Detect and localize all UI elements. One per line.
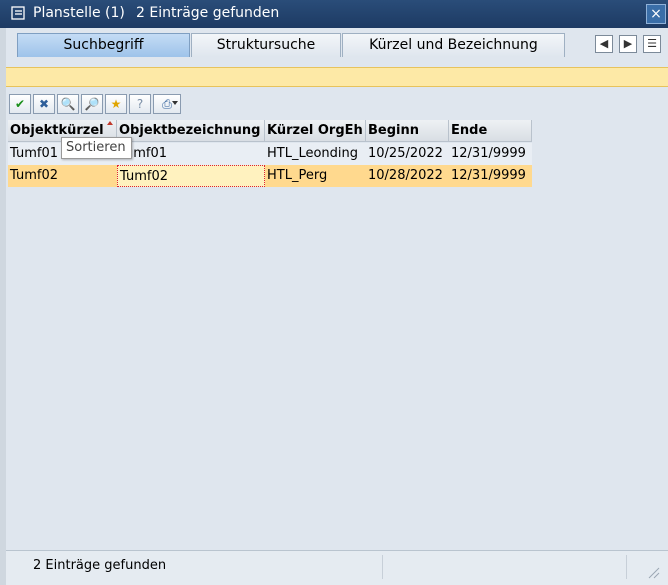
window-icon [11,6,25,20]
status-divider [626,555,627,579]
column-header-kuerzel-orgeh[interactable]: Kürzel OrgEh [265,120,366,142]
close-button[interactable]: × [646,4,666,24]
help-button[interactable]: ? [129,94,151,114]
cell-objektbezeichnung[interactable]: Tumf01 [117,143,265,165]
info-bar [6,67,668,87]
cancel-icon: ✖ [38,97,50,111]
cell-beginn[interactable]: 10/28/2022 [366,165,449,187]
cell-kuerzel-orgeh[interactable]: HTL_Leonding [265,143,366,165]
find-next-button[interactable]: 🔎 [81,94,103,114]
tab-prev-button[interactable]: ◀ [595,35,613,53]
cell-objektkuerzel[interactable]: Tumf02 [8,165,117,187]
column-header-label: Objektkürzel [10,123,104,138]
column-header-objektbezeichnung[interactable]: Objektbezeichnung [117,120,265,142]
cell-kuerzel-orgeh[interactable]: HTL_Perg [265,165,366,187]
tab-list-button[interactable]: ☰ [643,35,661,53]
confirm-icon: ✔ [14,97,26,111]
cell-beginn[interactable]: 10/25/2022 [366,143,449,165]
title-bar: Planstelle (1) 2 Einträge gefunden × [0,0,668,28]
window-title: Planstelle (1) [33,5,125,21]
dropdown-arrow-icon [172,101,178,105]
tab-struktursuche[interactable]: Struktursuche [191,33,341,57]
find-next-icon: 🔎 [84,97,100,111]
tab-kuerzel-bezeichnung[interactable]: Kürzel und Bezeichnung [342,33,565,57]
tab-suchbegriff[interactable]: Suchbegriff [17,33,190,57]
print-button[interactable]: ⎙ [153,94,181,114]
cell-ende[interactable]: 12/31/9999 [449,143,532,165]
status-text: 2 Einträge gefunden [33,558,167,573]
confirm-button[interactable]: ✔ [9,94,31,114]
resize-grip-icon[interactable] [646,565,660,579]
print-icon: ⎙ [162,97,172,111]
find-button[interactable]: 🔍 [57,94,79,114]
find-icon: 🔍 [60,97,76,111]
help-icon: ? [136,97,144,111]
tab-next-button[interactable]: ▶ [619,35,637,53]
cell-objektbezeichnung[interactable]: Tumf02 [117,165,265,187]
status-bar: 2 Einträge gefunden [6,550,668,585]
status-divider [382,555,383,579]
column-header-ende[interactable]: Ende [449,120,532,142]
column-header-beginn[interactable]: Beginn [366,120,449,142]
new-entry-icon: ★ [110,97,122,111]
sort-indicator-icon [107,121,113,125]
cancel-button[interactable]: ✖ [33,94,55,114]
sort-tooltip: Sortieren [61,137,132,159]
cell-ende[interactable]: 12/31/9999 [449,165,532,187]
tab-strip: Suchbegriff Struktursuche Kürzel und Bez… [6,30,668,58]
new-entry-button[interactable]: ★ [105,94,127,114]
window-result-count: 2 Einträge gefunden [136,5,280,21]
